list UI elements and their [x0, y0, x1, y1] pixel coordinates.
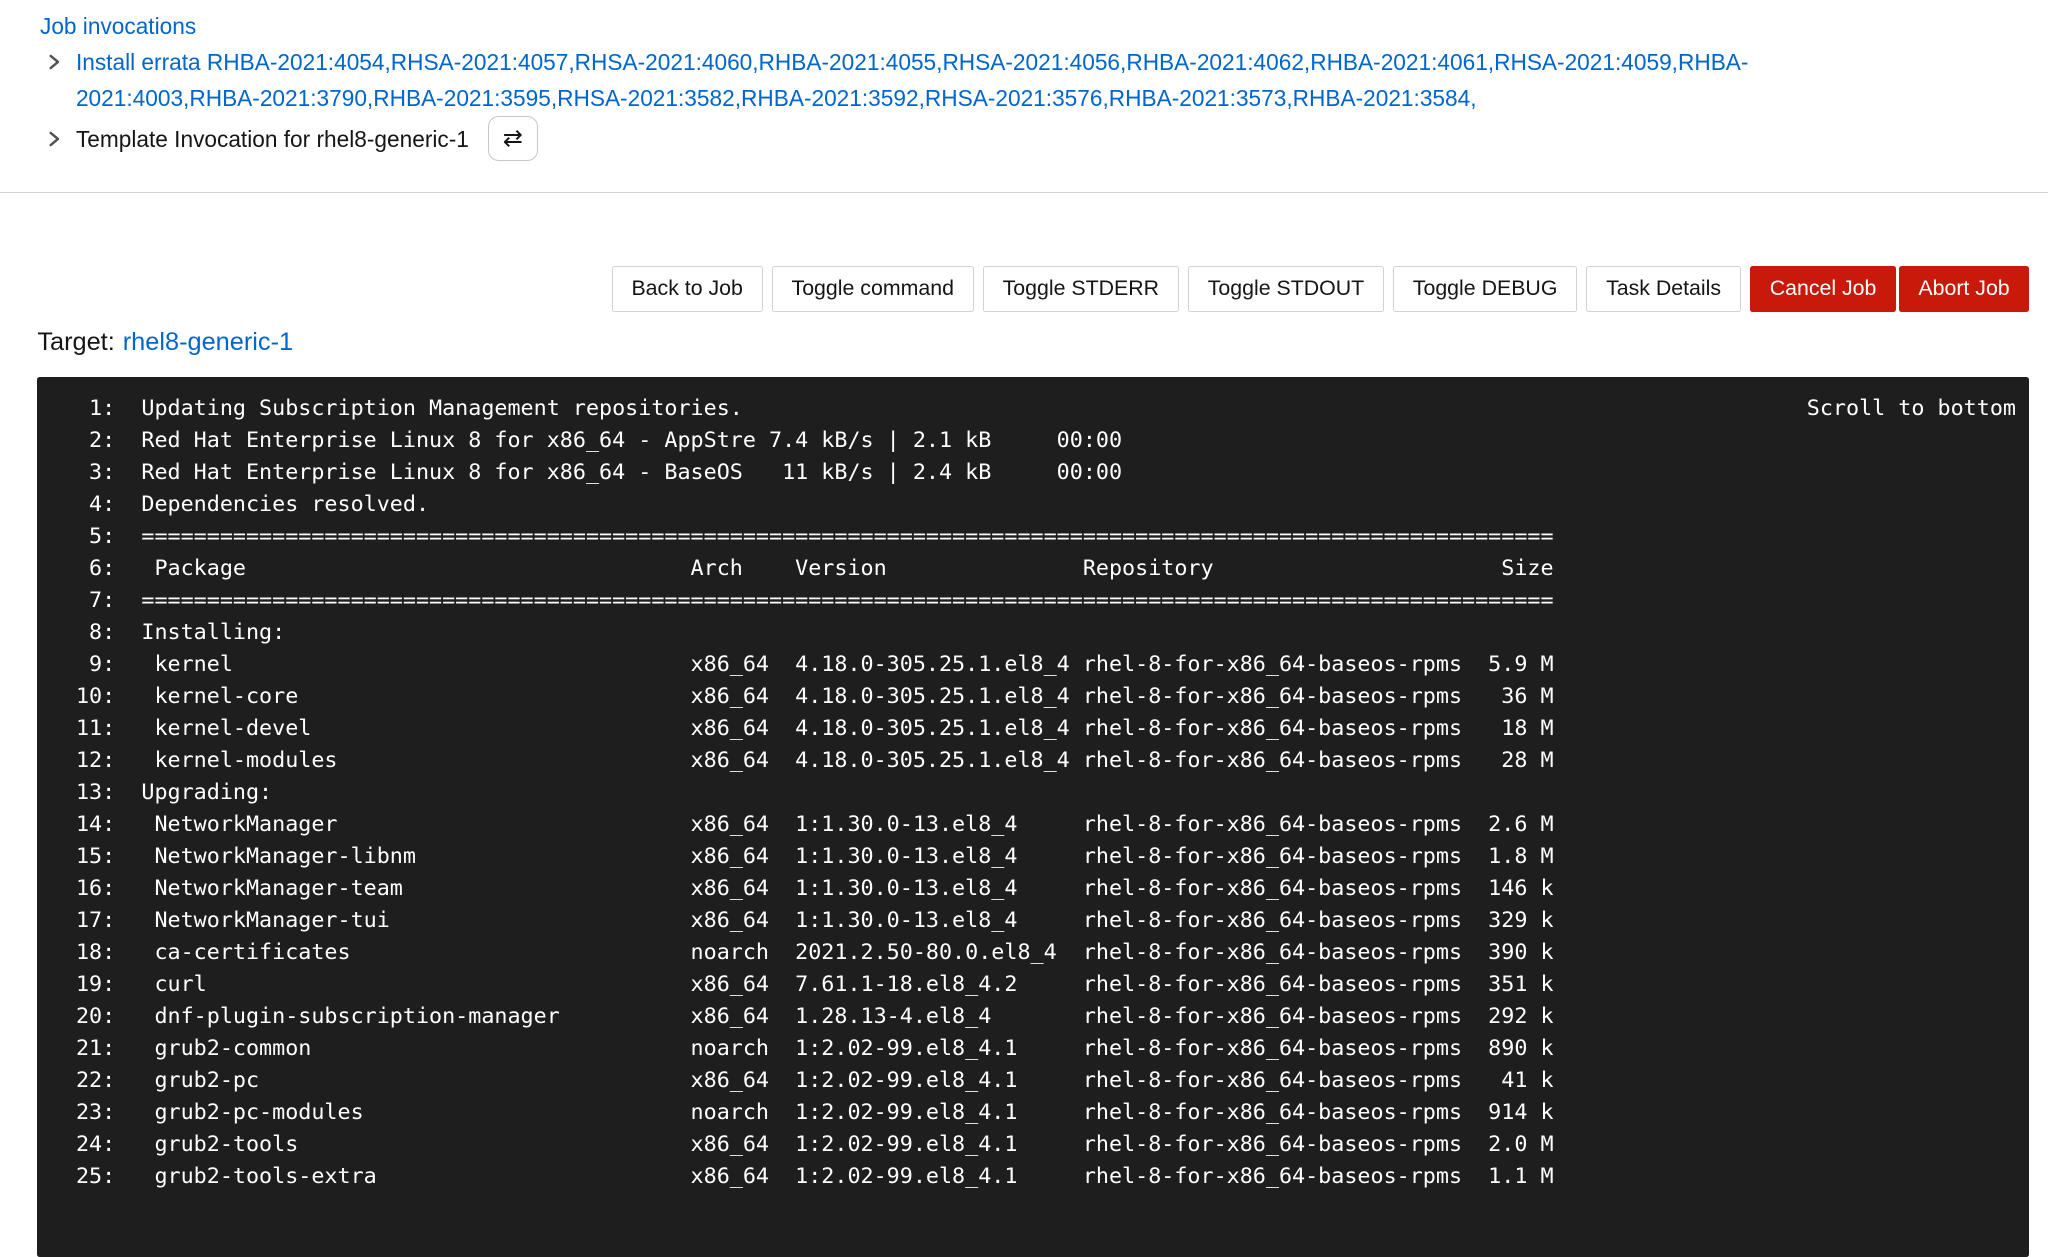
toggle-debug-button[interactable]: Toggle DEBUG [1393, 266, 1577, 311]
terminal-line-2: 2: Red Hat Enterprise Linux 8 for x86_64… [76, 425, 2013, 457]
target-line: Target: rhel8-generic-1 [37, 328, 2029, 357]
terminal-line-19: 19: curl x86_64 7.61.1-18.el8_4.2 rhel-8… [76, 969, 2013, 1001]
page: Job invocations Install errata RHBA-2021… [0, 0, 2048, 1257]
terminal-line-9: 9: kernel x86_64 4.18.0-305.25.1.el8_4 r… [76, 649, 2013, 681]
target-label: Target: [37, 328, 114, 356]
terminal-line-4: 4: Dependencies resolved. [76, 489, 2013, 521]
terminal-line-13: 13: Upgrading: [76, 777, 2013, 809]
template-invocation-label: Template Invocation for rhel8-generic-1 [76, 121, 469, 157]
toggle-stdout-button[interactable]: Toggle STDOUT [1188, 266, 1384, 311]
danger-button-group: Cancel Job Abort Job [1750, 266, 2029, 311]
toggle-stderr-button[interactable]: Toggle STDERR [983, 266, 1179, 311]
chevron-right-icon [47, 129, 62, 149]
terminal-line-22: 22: grub2-pc x86_64 1:2.02-99.el8_4.1 rh… [76, 1065, 2013, 1097]
terminal-line-12: 12: kernel-modules x86_64 4.18.0-305.25.… [76, 745, 2013, 777]
job-output-terminal[interactable]: 1: Updating Subscription Management repo… [37, 377, 2029, 1257]
back-to-job-button[interactable]: Back to Job [612, 266, 763, 311]
terminal-line-15: 15: NetworkManager-libnm x86_64 1:1.30.0… [76, 841, 2013, 873]
breadcrumb-job-invocations[interactable]: Job invocations [40, 13, 196, 39]
terminal-line-17: 17: NetworkManager-tui x86_64 1:1.30.0-1… [76, 905, 2013, 937]
expand-errata-toggle[interactable] [44, 44, 65, 80]
terminal-line-7: 7: =====================================… [76, 585, 2013, 617]
terminal-line-23: 23: grub2-pc-modules noarch 1:2.02-99.el… [76, 1097, 2013, 1129]
terminal-line-16: 16: NetworkManager-team x86_64 1:1.30.0-… [76, 873, 2013, 905]
terminal-line-1: 1: Updating Subscription Management repo… [76, 393, 2013, 425]
swap-arrows-icon: ⇄ [503, 124, 523, 153]
terminal-line-21: 21: grub2-common noarch 1:2.02-99.el8_4.… [76, 1033, 2013, 1065]
terminal-line-5: 5: =====================================… [76, 521, 2013, 553]
toggle-command-button[interactable]: Toggle command [772, 266, 974, 311]
cancel-job-button[interactable]: Cancel Job [1750, 266, 1896, 311]
terminal-line-11: 11: kernel-devel x86_64 4.18.0-305.25.1.… [76, 713, 2013, 745]
errata-invocation-link[interactable]: Install errata RHBA-2021:4054,RHSA-2021:… [76, 44, 1923, 116]
breadcrumb: Job invocations [40, 13, 2029, 40]
section-divider [0, 192, 2048, 193]
terminal-line-8: 8: Installing: [76, 617, 2013, 649]
terminal-line-6: 6: Package Arch Version Repository Size [76, 553, 2013, 585]
task-details-button[interactable]: Task Details [1586, 266, 1740, 311]
terminal-lines: 1: Updating Subscription Management repo… [76, 393, 2013, 1193]
expand-template-toggle[interactable] [44, 121, 65, 157]
terminal-line-25: 25: grub2-tools-extra x86_64 1:2.02-99.e… [76, 1161, 2013, 1193]
terminal-line-10: 10: kernel-core x86_64 4.18.0-305.25.1.e… [76, 681, 2013, 713]
target-host-link[interactable]: rhel8-generic-1 [123, 328, 293, 356]
terminal-line-20: 20: dnf-plugin-subscription-manager x86_… [76, 1001, 2013, 1033]
terminal-line-14: 14: NetworkManager x86_64 1:1.30.0-13.el… [76, 809, 2013, 841]
terminal-line-18: 18: ca-certificates noarch 2021.2.50-80.… [76, 937, 2013, 969]
abort-job-button[interactable]: Abort Job [1899, 266, 2030, 311]
terminal-line-24: 24: grub2-tools x86_64 1:2.02-99.el8_4.1… [76, 1129, 2013, 1161]
toolbar: Back to Job Toggle command Toggle STDERR… [37, 266, 2029, 311]
chevron-right-icon [47, 52, 62, 72]
top-section: Job invocations Install errata RHBA-2021… [0, 0, 2048, 161]
template-invocation-row: Template Invocation for rhel8-generic-1 … [40, 116, 2029, 161]
terminal-line-3: 3: Red Hat Enterprise Linux 8 for x86_64… [76, 457, 2013, 489]
scroll-to-bottom-link[interactable]: Scroll to bottom [1807, 393, 2016, 425]
errata-invocation-row: Install errata RHBA-2021:4054,RHSA-2021:… [40, 44, 2029, 116]
swap-template-button[interactable]: ⇄ [488, 116, 539, 161]
